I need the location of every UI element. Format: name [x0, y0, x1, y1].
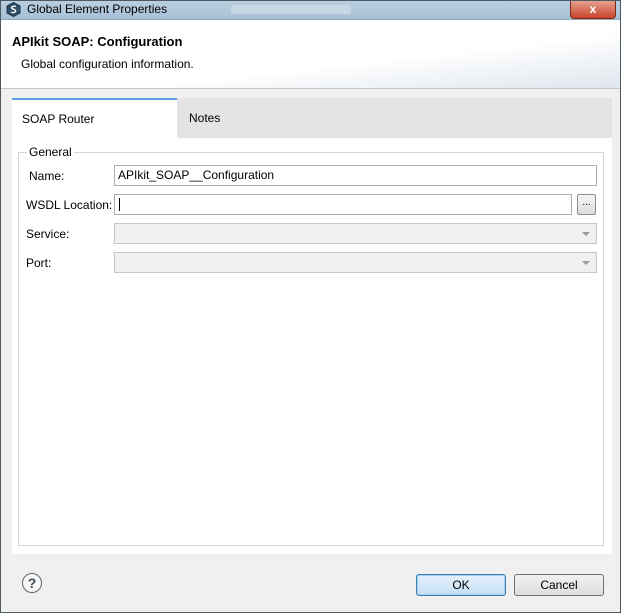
- tab-panel: General Name: APIkit_SOAP__Configuration…: [12, 138, 612, 554]
- title-bar[interactable]: Global Element Properties x: [1, 1, 620, 20]
- page-title: APIkit SOAP: Configuration: [12, 34, 183, 49]
- ok-button[interactable]: OK: [416, 574, 506, 596]
- name-input[interactable]: APIkit_SOAP__Configuration: [114, 165, 597, 186]
- help-icon[interactable]: ?: [22, 573, 42, 593]
- tab-strip: SOAP Router Configuration Notes: [12, 98, 612, 164]
- page-description: Global configuration information.: [21, 57, 194, 71]
- browse-button[interactable]: ...: [577, 194, 596, 215]
- general-group: General Name: APIkit_SOAP__Configuration…: [18, 145, 604, 546]
- tab-soap-router-configuration[interactable]: SOAP Router Configuration: [12, 98, 177, 164]
- wsdl-location-input[interactable]: [114, 194, 572, 215]
- tab-notes[interactable]: Notes: [179, 98, 231, 138]
- app-logo-icon: [6, 1, 21, 18]
- chevron-down-icon: [582, 232, 590, 236]
- dialog-header: APIkit SOAP: Configuration Global config…: [1, 20, 620, 89]
- window-title: Global Element Properties: [27, 2, 168, 16]
- general-group-label: General: [27, 145, 74, 159]
- wsdl-location-label: WSDL Location:: [26, 198, 113, 212]
- title-bar-blur: [231, 5, 351, 14]
- text-cursor: [119, 198, 120, 211]
- port-label: Port:: [26, 256, 52, 270]
- close-button[interactable]: x: [570, 1, 616, 19]
- dialog-window: Global Element Properties x APIkit SOAP:…: [0, 0, 621, 613]
- service-label: Service:: [26, 227, 70, 241]
- name-label: Name:: [29, 169, 65, 183]
- cancel-button[interactable]: Cancel: [514, 574, 604, 596]
- port-select[interactable]: [114, 252, 597, 273]
- service-select[interactable]: [114, 223, 597, 244]
- chevron-down-icon: [582, 261, 590, 265]
